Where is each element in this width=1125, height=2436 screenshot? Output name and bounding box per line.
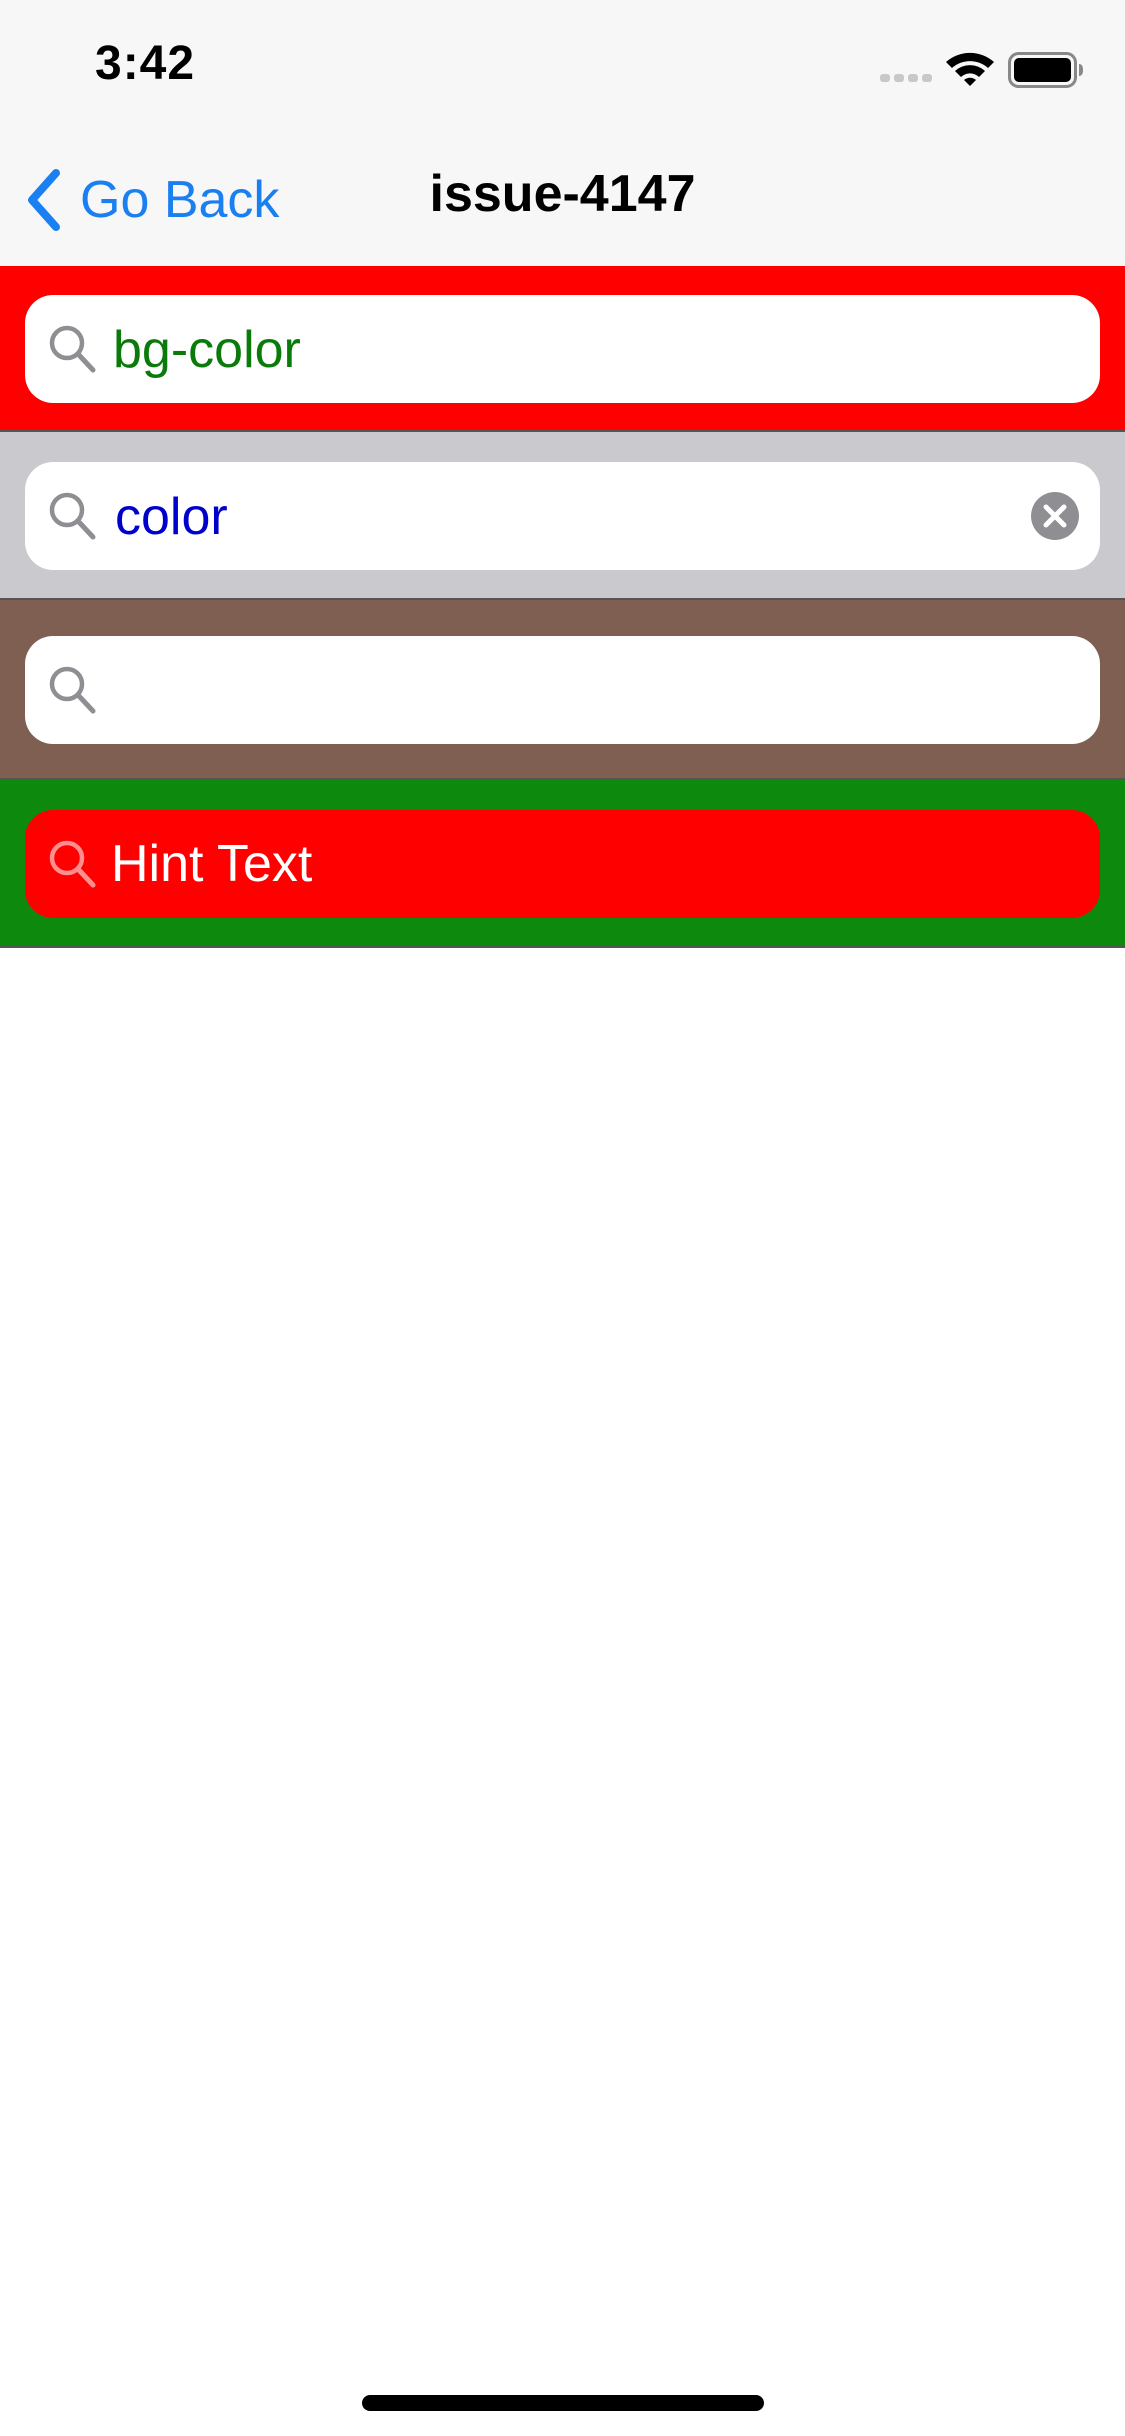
search-field[interactable] [25, 295, 1100, 405]
signal-icon [880, 74, 932, 82]
search-bar-row [0, 266, 1125, 432]
search-placeholder[interactable]: Hint Text [111, 810, 1071, 918]
search-input[interactable] [113, 462, 997, 572]
search-bar-row: Hint Text [0, 780, 1125, 948]
battery-icon [1008, 52, 1083, 88]
search-bar-row [0, 600, 1125, 780]
search-icon [49, 325, 96, 373]
wifi-icon [946, 52, 994, 86]
search-icon [49, 666, 96, 714]
search-icon [49, 840, 96, 888]
page-title: issue-4147 [429, 165, 696, 223]
search-field[interactable] [25, 462, 1100, 572]
home-indicator[interactable] [362, 2395, 764, 2411]
search-icon [49, 492, 96, 540]
search-input[interactable] [111, 295, 1075, 405]
top-bar: 3:42 Go Back issue-4147 [0, 0, 1125, 267]
search-field[interactable]: Hint Text [25, 810, 1100, 918]
status-time: 3:42 [95, 37, 196, 90]
search-field[interactable] [25, 636, 1100, 746]
search-bar-row [0, 432, 1125, 600]
search-input[interactable] [111, 636, 1075, 746]
screen: 3:42 Go Back issue-4147 bg-color color H… [0, 0, 1125, 2436]
clear-icon[interactable] [1030, 491, 1080, 541]
